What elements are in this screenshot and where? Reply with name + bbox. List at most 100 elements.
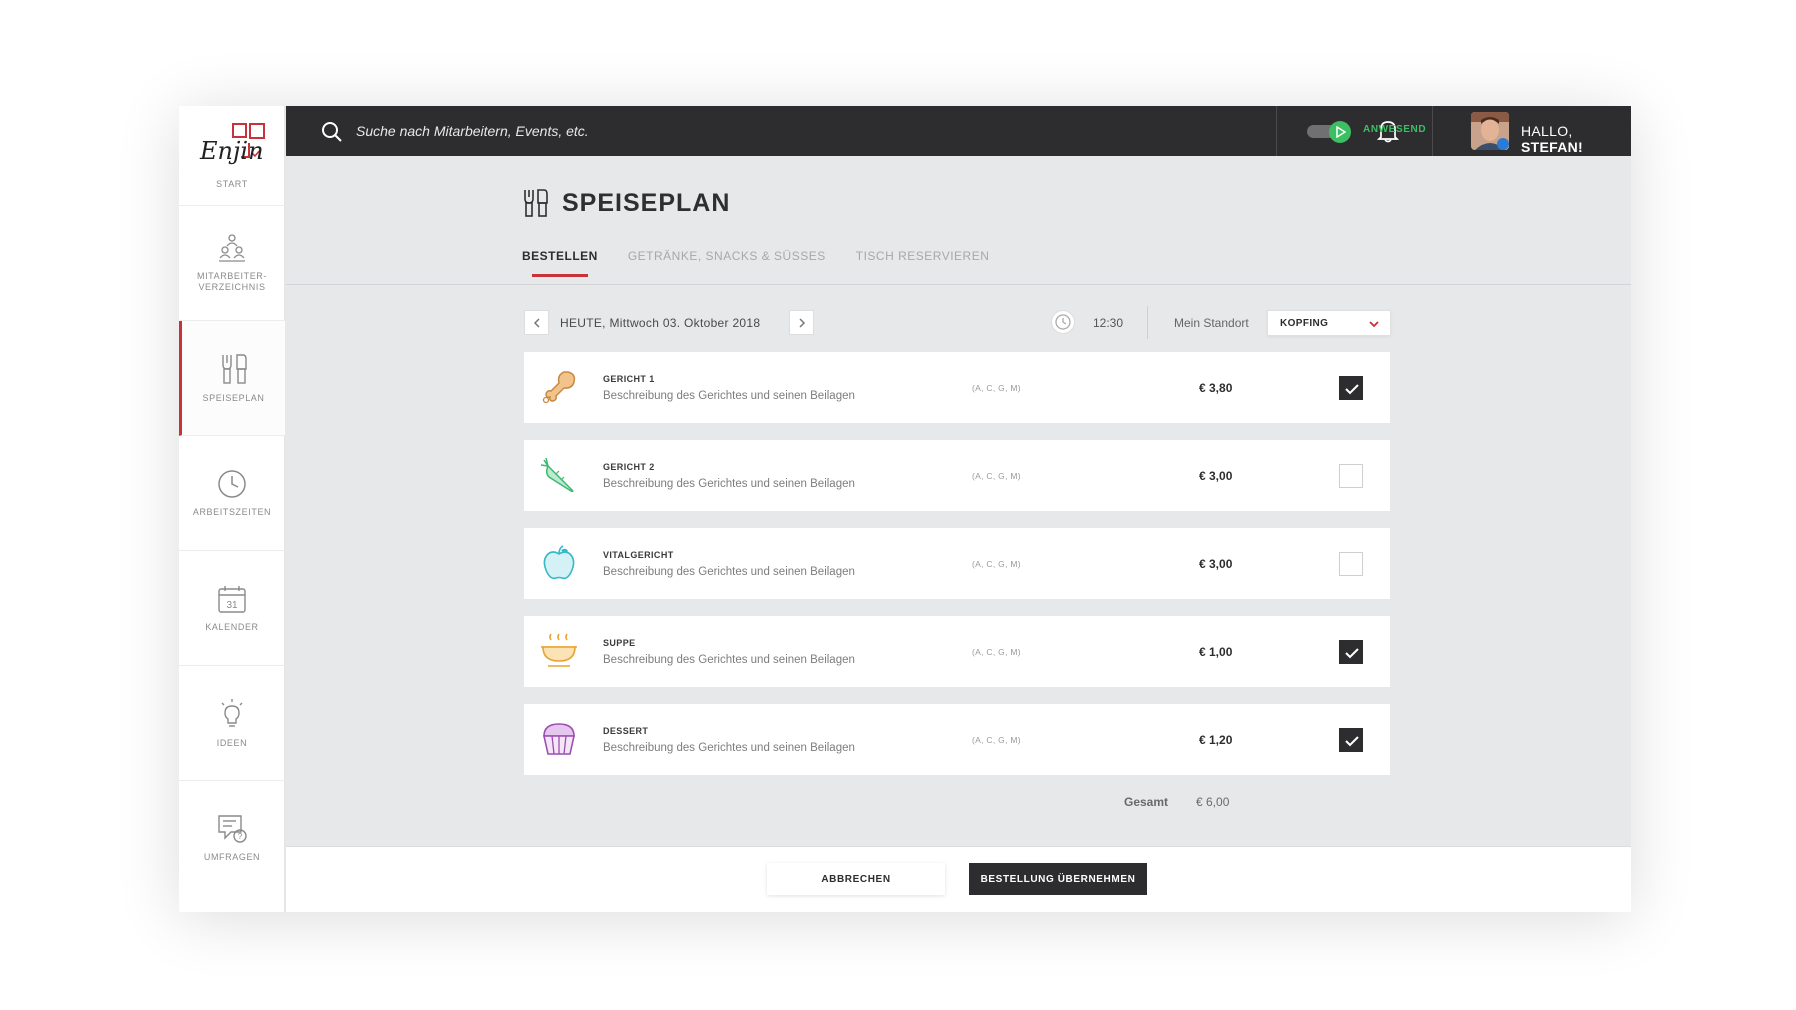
- apple-icon: [543, 545, 575, 580]
- location-dropdown[interactable]: KOPFING: [1267, 310, 1391, 336]
- dish-checkbox[interactable]: [1339, 376, 1363, 400]
- search-input[interactable]: [356, 118, 916, 144]
- cutlery-icon: [221, 353, 247, 384]
- sidebar-item-label: IDEEN: [216, 737, 248, 748]
- dish-price: € 3,00: [1199, 469, 1233, 483]
- chevron-down-icon: [1369, 321, 1379, 328]
- dish-checkbox[interactable]: [1339, 640, 1363, 664]
- page-header: SPEISEPLAN: [522, 188, 730, 218]
- submit-order-button[interactable]: BESTELLUNG ÜBERNEHMEN: [969, 863, 1147, 895]
- dish-name: GERICHT 2: [603, 462, 655, 472]
- sidebar-item-kalender[interactable]: 31 KALENDER: [179, 551, 285, 666]
- total-label: Gesamt: [1124, 795, 1169, 809]
- calendar-icon: 31: [218, 585, 246, 613]
- greeting-name: STEFAN!: [1521, 139, 1583, 155]
- sidebar-item-start[interactable]: Enjin START: [179, 106, 285, 206]
- dish-name: VITALGERICHT: [603, 550, 674, 560]
- sidebar-item-mitarbeiterverzeichnis[interactable]: MITARBEITER- VERZEICHNIS: [179, 206, 285, 321]
- status-label: ANWESEND: [1363, 124, 1427, 135]
- next-day-button[interactable]: [789, 310, 814, 335]
- dish-allergens: (A, C, G, M): [972, 559, 1021, 569]
- dish-description: Beschreibung des Gerichtes und seinen Be…: [603, 654, 855, 666]
- dish-allergens: (A, C, G, M): [972, 735, 1021, 745]
- tab-tisch-reservieren[interactable]: TISCH RESERVIEREN: [856, 249, 990, 277]
- menu-item-dessert: DESSERT Beschreibung des Gerichtes und s…: [524, 704, 1390, 775]
- total-value: € 6,00: [1196, 795, 1230, 809]
- people-icon: [219, 234, 245, 262]
- app-window: Enjin START MITARBEITER- VERZEICHNIS SPE…: [179, 106, 1631, 912]
- menu-item-suppe: SUPPE Beschreibung des Gerichtes und sei…: [524, 616, 1390, 687]
- clock-icon: [1051, 310, 1075, 334]
- menu-item-gericht-1: GERICHT 1 Beschreibung des Gerichtes und…: [524, 352, 1390, 423]
- sidebar-item-label: KALENDER: [205, 621, 259, 632]
- order-footer: ABBRECHEN BESTELLUNG ÜBERNEHMEN: [286, 846, 1631, 912]
- carrot-icon: [540, 457, 574, 493]
- survey-icon: ?: [218, 815, 247, 843]
- check-icon: [1345, 384, 1359, 395]
- tab-getraenke-snacks[interactable]: GETRÄNKE, SNACKS & SÜSSES: [628, 249, 826, 277]
- dish-price: € 3,80: [1199, 381, 1233, 395]
- tab-bestellen[interactable]: BESTELLEN: [522, 249, 598, 277]
- dish-allergens: (A, C, G, M): [972, 647, 1021, 657]
- dish-checkbox[interactable]: [1339, 728, 1363, 752]
- order-time: 12:30: [1093, 316, 1124, 330]
- location-value: KOPFING: [1280, 318, 1329, 329]
- dish-name: SUPPE: [603, 638, 636, 648]
- topbar-divider: [1432, 106, 1433, 156]
- row-divider: [1147, 306, 1148, 339]
- previous-day-button[interactable]: [524, 310, 549, 335]
- menu-item-vitalgericht: VITALGERICHT Beschreibung des Gerichtes …: [524, 528, 1390, 599]
- svg-text:31: 31: [226, 600, 238, 611]
- menu-item-gericht-2: GERICHT 2 Beschreibung des Gerichtes und…: [524, 440, 1390, 511]
- dish-name: GERICHT 1: [603, 374, 655, 384]
- dish-checkbox[interactable]: [1339, 464, 1363, 488]
- dish-checkbox[interactable]: [1339, 552, 1363, 576]
- dish-description: Beschreibung des Gerichtes und seinen Be…: [603, 390, 855, 402]
- cancel-button[interactable]: ABBRECHEN: [767, 863, 945, 895]
- presence-toggle[interactable]: [1307, 121, 1353, 143]
- tab-bar: BESTELLEN GETRÄNKE, SNACKS & SÜSSES TISC…: [522, 249, 989, 277]
- clock-icon: [218, 469, 246, 498]
- location-label: Mein Standort: [1174, 316, 1249, 330]
- topbar-divider: [1276, 106, 1277, 156]
- sidebar: Enjin START MITARBEITER- VERZEICHNIS SPE…: [179, 106, 285, 912]
- sidebar-item-speiseplan[interactable]: SPEISEPLAN: [179, 321, 285, 436]
- chevron-right-icon: [798, 317, 805, 328]
- dish-price: € 3,00: [1199, 557, 1233, 571]
- sidebar-item-label: MITARBEITER- VERZEICHNIS: [196, 271, 268, 292]
- sidebar-item-label: ARBEITSZEITEN: [192, 506, 272, 517]
- chicken-leg-icon: [542, 371, 576, 404]
- cutlery-icon: [524, 189, 548, 217]
- check-icon: [1345, 648, 1359, 659]
- sidebar-item-label: SPEISEPLAN: [202, 392, 265, 403]
- sidebar-item-ideen[interactable]: IDEEN: [179, 666, 285, 781]
- page-title: SPEISEPLAN: [562, 188, 731, 217]
- sidebar-item-label: UMFRAGEN: [203, 852, 261, 862]
- sidebar-item-umfragen[interactable]: ? UMFRAGEN: [179, 781, 285, 896]
- cupcake-icon: [543, 723, 575, 755]
- soup-icon: [541, 633, 577, 667]
- dish-allergens: (A, C, G, M): [972, 471, 1021, 481]
- dish-description: Beschreibung des Gerichtes und seinen Be…: [603, 742, 855, 754]
- dish-description: Beschreibung des Gerichtes und seinen Be…: [603, 478, 855, 490]
- current-date: HEUTE, Mittwoch 03. Oktober 2018: [560, 316, 761, 330]
- dish-price: € 1,20: [1199, 733, 1233, 747]
- top-bar: ANWESEND HALLO, STEFAN!: [286, 106, 1631, 156]
- dish-price: € 1,00: [1199, 645, 1233, 659]
- enjin-logo: Enjin: [199, 123, 265, 165]
- dish-allergens: (A, C, G, M): [972, 383, 1021, 393]
- sidebar-item-arbeitszeiten[interactable]: ARBEITSZEITEN: [179, 436, 285, 551]
- dish-description: Beschreibung des Gerichtes und seinen Be…: [603, 566, 855, 578]
- check-icon: [1345, 736, 1359, 747]
- avatar[interactable]: [1471, 112, 1509, 150]
- svg-text:Enjin: Enjin: [199, 137, 264, 165]
- chevron-left-icon: [533, 317, 540, 328]
- user-greeting[interactable]: HALLO, STEFAN!: [1521, 123, 1631, 155]
- lightbulb-icon: [221, 698, 243, 727]
- dish-name: DESSERT: [603, 726, 649, 736]
- play-icon: [1336, 126, 1346, 138]
- sidebar-item-label: START: [216, 179, 248, 189]
- search-icon[interactable]: [321, 121, 343, 143]
- greeting-prefix: HALLO,: [1521, 123, 1573, 139]
- svg-text:?: ?: [238, 832, 243, 841]
